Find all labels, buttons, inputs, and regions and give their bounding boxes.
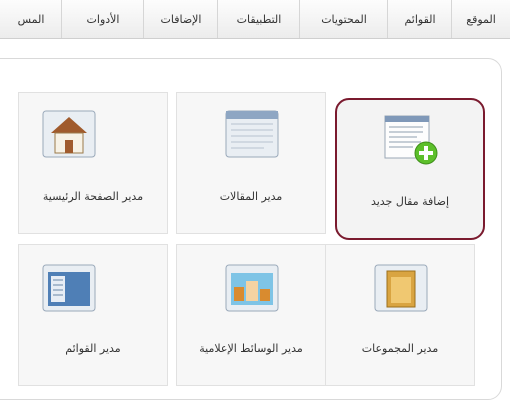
- category-manager-tile[interactable]: مدير المجموعات: [325, 244, 475, 386]
- article-add-icon: [383, 112, 441, 172]
- menu-item-tools[interactable]: الأدوات: [61, 0, 144, 38]
- media-manager-tile[interactable]: مدير الوسائط الإعلامية: [176, 244, 326, 386]
- add-article-tile[interactable]: إضافة مقال جديد: [335, 98, 485, 240]
- tile-label: مدير القوائم: [65, 342, 121, 355]
- menu-item-menus[interactable]: القوائم: [387, 0, 452, 38]
- top-menu-bar: الموقع القوائم المحتويات التطبيقات الإضا…: [0, 0, 510, 39]
- article-manager-icon: [224, 109, 280, 165]
- article-manager-tile[interactable]: مدير المقالات: [176, 92, 326, 234]
- tile-label: مدير الصفحة الرئيسية: [42, 190, 144, 203]
- menu-item-help[interactable]: المس: [0, 0, 62, 38]
- home-icon: [41, 109, 97, 165]
- media-icon: [224, 263, 280, 319]
- menu-item-content[interactable]: المحتويات: [299, 0, 388, 38]
- menu-manager-icon: [41, 263, 97, 319]
- menu-manager-tile[interactable]: مدير القوائم: [18, 244, 168, 386]
- home-page-manager-tile[interactable]: مدير الصفحة الرئيسية: [18, 92, 168, 234]
- folder-icon: [373, 263, 429, 319]
- menu-item-site[interactable]: الموقع: [451, 0, 510, 38]
- menu-item-applications[interactable]: التطبيقات: [217, 0, 300, 38]
- tile-label: مدير المجموعات: [361, 342, 439, 355]
- tile-label: مدير المقالات: [219, 190, 283, 203]
- tile-label: مدير الوسائط الإعلامية: [199, 342, 303, 355]
- tile-label: إضافة مقال جديد: [370, 195, 450, 208]
- menu-item-extensions[interactable]: الإضافات: [143, 0, 218, 38]
